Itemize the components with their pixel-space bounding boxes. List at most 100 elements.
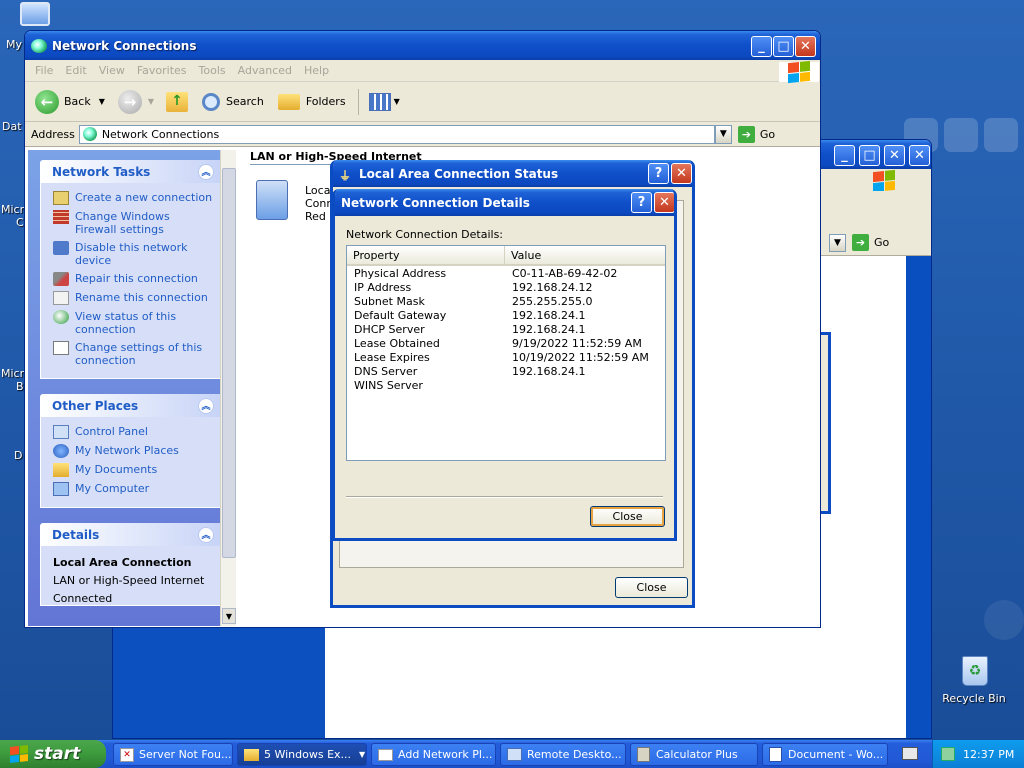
desktop-icon-recycle-bin[interactable]: ♻ Recycle Bin — [940, 656, 1008, 712]
place-control-panel[interactable]: Control Panel — [53, 425, 213, 439]
taskbar-item-document-word[interactable]: Document - Wo... — [762, 743, 888, 766]
clock[interactable]: 12:37 PM — [963, 748, 1014, 761]
scroll-thumb[interactable] — [222, 168, 236, 558]
details-row[interactable]: IP Address 192.168.24.12 — [347, 281, 665, 295]
maximize-button[interactable]: □ — [773, 36, 794, 57]
close-button[interactable]: ✕ — [909, 145, 930, 166]
taskbar-item-windows-explorer-group[interactable]: 5 Windows Ex... ▼ — [237, 743, 367, 766]
listview-header: Property Value — [347, 246, 665, 266]
search-button[interactable]: Search — [202, 92, 264, 111]
close-button[interactable]: ✕ — [795, 36, 816, 57]
menu-edit[interactable]: Edit — [59, 64, 92, 77]
details-row[interactable]: DNS Server 192.168.24.1 — [347, 365, 665, 379]
word-document-icon — [769, 747, 782, 762]
go-button[interactable]: ➔ Go — [852, 234, 889, 251]
details-property-cell: DHCP Server — [354, 323, 425, 336]
place-label: My Computer — [75, 482, 150, 495]
network-tray-icon[interactable] — [941, 747, 955, 761]
details-status: Connected — [53, 592, 113, 605]
details-value-cell: 192.168.24.1 — [512, 309, 586, 322]
task-create-connection[interactable]: Create a new connection — [53, 191, 213, 205]
address-dropdown-button[interactable]: ▼ — [829, 234, 846, 252]
details-dialog[interactable]: Network Connection Details ? ✕ Network C… — [332, 189, 677, 541]
task-change-settings[interactable]: Change settings of this connection — [53, 341, 213, 367]
help-button[interactable]: ? — [631, 192, 652, 213]
control-panel-icon — [53, 425, 69, 439]
close-button[interactable]: ✕ — [654, 192, 674, 213]
menu-tools[interactable]: Tools — [193, 64, 232, 77]
other-places-body: Control Panel My Network Places My Docum… — [40, 417, 224, 508]
window-titlebar[interactable]: Network Connections — [25, 31, 820, 60]
details-close-button[interactable]: Close — [590, 506, 665, 527]
details-row[interactable]: Lease Expires 10/19/2022 11:52:59 AM — [347, 351, 665, 365]
scroll-down-button[interactable]: ▼ — [222, 608, 236, 624]
minimize-button[interactable]: _ — [751, 36, 772, 57]
views-button[interactable]: ▼ — [368, 92, 400, 111]
start-button[interactable]: start — [0, 740, 106, 768]
menu-favorites[interactable]: Favorites — [131, 64, 193, 77]
address-field[interactable]: Network Connections — [78, 124, 715, 144]
details-row[interactable]: Lease Obtained 9/19/2022 11:52:59 AM — [347, 337, 665, 351]
up-folder-button[interactable]: ↑ — [166, 91, 189, 112]
task-pane-scrollbar[interactable]: ▼ — [220, 150, 236, 626]
details-row[interactable]: Subnet Mask 255.255.255.0 — [347, 295, 665, 309]
task-label: Change settings of this connection — [75, 341, 203, 367]
task-repair-connection[interactable]: Repair this connection — [53, 272, 213, 286]
maximize-button[interactable]: □ — [859, 145, 880, 166]
task-label: Rename this connection — [75, 291, 208, 304]
collapse-chevron-icon[interactable]: ︽ — [198, 397, 214, 414]
toolbar: ← Back ▼ → ▼ ↑ Search Folders ▼ — [25, 82, 820, 122]
go-button[interactable]: ➔ Go — [737, 125, 775, 143]
address-dropdown-button[interactable]: ▼ — [714, 124, 732, 144]
windows-flag-icon — [10, 745, 28, 763]
taskbar-item-add-network-place[interactable]: Add Network Pl... — [371, 743, 496, 766]
task-change-firewall[interactable]: Change Windows Firewall settings — [53, 210, 213, 236]
details-dialog-titlebar[interactable]: Network Connection Details — [335, 189, 674, 216]
details-row[interactable]: Physical Address C0-11-AB-69-42-02 — [347, 267, 665, 281]
chevron-down-icon[interactable]: ▼ — [148, 97, 154, 106]
close-button[interactable]: ✕ — [671, 163, 692, 184]
taskbar-item-calculator-plus[interactable]: Calculator Plus — [630, 743, 758, 766]
place-my-documents[interactable]: My Documents — [53, 463, 213, 477]
minimize-button[interactable]: _ — [834, 145, 855, 166]
taskbar-item-server-not-found[interactable]: ✕ Server Not Fou... — [113, 743, 233, 766]
column-header-property[interactable]: Property — [347, 246, 505, 264]
back-button[interactable]: ← Back ▼ — [35, 89, 105, 114]
details-header[interactable]: Details ︽ — [40, 523, 224, 546]
details-row[interactable]: WINS Server — [347, 379, 665, 393]
close-button[interactable]: ✕ — [884, 145, 905, 166]
task-label: Disable this network device — [75, 241, 188, 267]
help-button[interactable]: ? — [648, 163, 669, 184]
status-close-button[interactable]: Close — [615, 577, 688, 598]
collapse-chevron-icon[interactable]: ︽ — [198, 526, 214, 543]
task-view-status[interactable]: View status of this connection — [53, 310, 213, 336]
keyboard-tray-icon[interactable] — [902, 747, 918, 760]
other-places-header[interactable]: Other Places ︽ — [40, 394, 224, 417]
chevron-down-icon[interactable]: ▼ — [99, 97, 105, 106]
network-tasks-header[interactable]: Network Tasks ︽ — [40, 160, 224, 183]
details-type: LAN or High-Speed Internet — [53, 574, 205, 587]
details-row[interactable]: DHCP Server 192.168.24.1 — [347, 323, 665, 337]
collapse-chevron-icon[interactable]: ︽ — [198, 163, 214, 180]
place-my-computer[interactable]: My Computer — [53, 482, 213, 496]
menu-view[interactable]: View — [93, 64, 131, 77]
menu-help[interactable]: Help — [298, 64, 335, 77]
my-computer-icon — [53, 482, 69, 496]
forward-button[interactable]: → ▼ — [117, 89, 154, 114]
place-my-network-places[interactable]: My Network Places — [53, 444, 213, 458]
details-listview[interactable]: Property Value Physical Address C0-11-AB-… — [346, 245, 666, 461]
details-close-label: Close — [612, 510, 643, 523]
task-rename-connection[interactable]: Rename this connection — [53, 291, 213, 305]
status-globe-icon — [53, 310, 69, 324]
menu-file[interactable]: File — [29, 64, 59, 77]
status-dialog-titlebar[interactable]: ⏚ Local Area Connection Status — [333, 160, 692, 187]
desktop-icon-my-computer[interactable] — [20, 2, 56, 32]
taskbar-item-label: Document - Wo... — [788, 748, 884, 761]
details-row[interactable]: Default Gateway 192.168.24.1 — [347, 309, 665, 323]
task-disable-device[interactable]: Disable this network device — [53, 241, 213, 267]
recycle-bin-icon: ♻ — [962, 656, 988, 686]
folders-button[interactable]: Folders — [277, 93, 346, 110]
column-header-value[interactable]: Value — [505, 246, 547, 264]
menu-advanced[interactable]: Advanced — [232, 64, 298, 77]
taskbar-item-remote-desktop[interactable]: Remote Deskto... — [500, 743, 626, 766]
